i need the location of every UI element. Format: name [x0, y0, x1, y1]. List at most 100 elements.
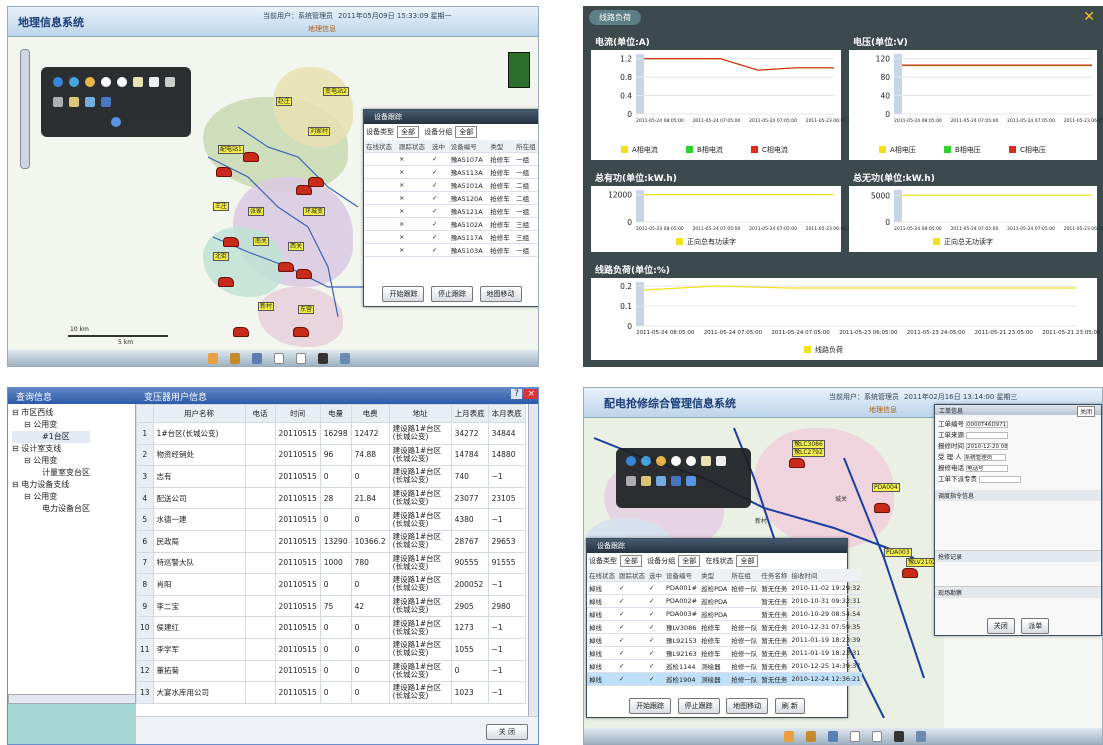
phone-field[interactable]: 电话号	[966, 464, 1009, 472]
stop-tracking-button[interactable]: 停止跟踪	[431, 286, 473, 302]
col-header[interactable]: 类型	[699, 569, 730, 582]
col-header[interactable]: 所在组	[514, 140, 538, 153]
user-row[interactable]: 10 侯建红 20110515 0 0 建设路1#台区(长城公变) 1273 ~1	[136, 616, 526, 639]
document-icon[interactable]	[274, 353, 284, 364]
bookmark-icon[interactable]	[69, 97, 79, 107]
refresh-button[interactable]: 刷 新	[774, 698, 805, 714]
col-header[interactable]: 本月表底	[487, 404, 526, 423]
tree-node[interactable]: #1台区	[12, 431, 90, 443]
overview-map[interactable]	[508, 52, 530, 88]
col-header[interactable]: 上月表底	[450, 404, 489, 423]
save-icon[interactable]	[101, 97, 111, 107]
col-header[interactable]: 电费	[350, 404, 390, 423]
device-row[interactable]: × ✓ 豫A5121A 抢修车 一组	[364, 204, 538, 218]
stop-tracking-button[interactable]: 停止跟踪	[677, 698, 720, 714]
user-row[interactable]: 1 1#台区(长城公变) 20110515 16298 12472 建设路1#台区(长城公…	[136, 422, 526, 445]
device-row[interactable]: × ✓ 豫A5101A 抢修车 二组	[364, 178, 538, 192]
globe-icon[interactable]	[53, 77, 63, 87]
tree-node[interactable]: ⊟ 公用变	[12, 491, 90, 503]
tree-scrollbar[interactable]	[8, 694, 136, 704]
user-row[interactable]: 3 志有 20110515 0 0 建设路1#台区(长城公变) 740 ~1	[136, 465, 526, 488]
vehicle-marker[interactable]	[218, 277, 234, 287]
device-row[interactable]: × ✓ 豫A5102A 抢修车 三组	[364, 217, 538, 231]
col-header[interactable]: 电话	[244, 404, 276, 423]
device-row[interactable]: 掉线 ✓ ✓ 豫L92163 抢修车 抢修一队 暂无任务 2011-01-19 18:23:3…	[587, 646, 863, 660]
measure-icon[interactable]	[165, 77, 175, 87]
order-id-field[interactable]: 0000T46D9711EF1	[966, 420, 1009, 428]
tree-node[interactable]: ⊟ 公用变	[12, 419, 90, 431]
report-icon[interactable]	[252, 353, 262, 364]
col-header[interactable]: 在线状态	[587, 569, 617, 582]
globe-icon[interactable]	[626, 456, 636, 466]
vehicle-marker[interactable]	[902, 568, 918, 578]
user-row[interactable]: 12 董拓菊 20110515 0 0 建设路1#台区(长城公变) 0 ~1	[136, 659, 526, 683]
report-time-field[interactable]: 2010-12-20 08:18:36	[966, 442, 1009, 450]
user-row[interactable]: 9 李二宝 20110515 75 42 建设路1#台区(长城公变) 2905 2980	[136, 594, 526, 618]
device-row[interactable]: 掉线 ✓ ✓ PDA003# 巡检PDA 暂无任务 2010-10-29 08:54:54	[587, 607, 863, 621]
edit-icon[interactable]	[296, 353, 306, 364]
report-icon[interactable]	[828, 731, 838, 742]
help-button[interactable]: ?	[511, 389, 522, 399]
tree-node[interactable]: ⊟ 电力设备支线	[12, 479, 90, 491]
col-header[interactable]: 选中	[647, 569, 664, 582]
select-icon[interactable]	[626, 476, 636, 486]
online-status-select[interactable]: 全部	[736, 555, 759, 567]
device-row[interactable]: 掉线 ✓ ✓ 豫LV3086 抢修车 抢修一队 暂无任务 2010-12-31 07:59:3…	[587, 620, 863, 634]
col-header[interactable]: 跟踪状态	[397, 140, 430, 153]
col-header[interactable]: 类型	[488, 140, 515, 153]
col-header[interactable]: 电量	[319, 404, 352, 423]
map-move-button[interactable]: 地图移动	[726, 698, 769, 714]
map-move-button[interactable]: 地图移动	[479, 286, 522, 302]
dispatch-button[interactable]: 派单	[1021, 618, 1050, 634]
device-row[interactable]: 掉线 ✓ ✓ 巡检1904 测绘器 抢修一队 暂无任务 2010-12-24 12:36:21	[587, 672, 863, 686]
document-icon[interactable]	[850, 731, 860, 742]
user-row[interactable]: 2 物资经销处 20110515 96 74.88 建设路1#台区(长城公变) 14784 1…	[136, 443, 526, 467]
home-icon[interactable]	[208, 353, 218, 364]
vehicle-marker[interactable]	[874, 503, 890, 513]
device-row[interactable]: × ✓ 豫A5107A 抢修车 一组	[364, 152, 538, 166]
col-header[interactable]: 选中	[430, 140, 449, 153]
zoom-out-icon[interactable]	[117, 77, 127, 87]
user-row[interactable]: 6 民政局 20110515 13290 10366.2 建设路1#台区(长城公变) 287…	[136, 529, 526, 553]
col-header[interactable]: 设备编号	[448, 140, 489, 153]
zoom-out-icon[interactable]	[686, 456, 696, 466]
user-row[interactable]: 5 水德一建 20110515 0 0 建设路1#台区(长城公变) 4380 ~1	[136, 508, 526, 531]
device-row[interactable]: × ✓ 豫A5113A 抢修车 一组	[364, 165, 538, 179]
vehicle-marker[interactable]	[789, 458, 805, 468]
start-tracking-button[interactable]: 开始跟踪	[382, 286, 425, 302]
tree-node[interactable]: 计量室变台区	[12, 467, 90, 479]
device-icon[interactable]	[230, 353, 240, 364]
close-dialog-button[interactable]: 关 闭	[485, 724, 528, 740]
device-icon[interactable]	[806, 731, 816, 742]
zoom-in-icon[interactable]	[101, 77, 111, 87]
monitor-icon[interactable]	[686, 476, 696, 486]
home-icon[interactable]	[784, 731, 794, 742]
col-header[interactable]: 设备编号	[664, 569, 700, 582]
edit-icon[interactable]	[872, 731, 882, 742]
phone-icon[interactable]	[894, 731, 904, 742]
close-button[interactable]: ×	[524, 389, 538, 399]
zoom-in-icon[interactable]	[671, 456, 681, 466]
col-header[interactable]: 在线状态	[364, 140, 397, 153]
user-row[interactable]: 4 配送公司 20110515 28 21.84 建设路1#台区(长城公变) 23077 23…	[136, 486, 526, 510]
vehicle-marker[interactable]	[233, 327, 249, 337]
tree-node[interactable]: ⊟ 设计室支线	[12, 443, 90, 455]
user-row[interactable]: 8 肖阳 20110515 0 0 建设路1#台区(长城公变) 200052 ~1	[136, 573, 526, 596]
phone-icon[interactable]	[318, 353, 328, 364]
handler-field[interactable]: 系统管理员	[963, 453, 1006, 461]
vehicle-marker[interactable]	[296, 269, 312, 279]
vehicle-marker[interactable]	[278, 262, 294, 272]
col-header[interactable]: 跟踪状态	[617, 569, 647, 582]
col-header[interactable]: 时间	[274, 404, 321, 423]
device-row[interactable]: × ✓ 豫A5117A 抢修车 三组	[364, 230, 538, 244]
search-icon[interactable]	[111, 117, 121, 127]
device-row[interactable]: × ✓ 豫A5103A 抢修车 一组	[364, 243, 538, 257]
export-icon[interactable]	[656, 476, 666, 486]
pan-icon[interactable]	[69, 77, 79, 87]
exit-icon[interactable]	[340, 353, 350, 364]
device-group-select[interactable]: 全部	[455, 126, 478, 138]
vehicle-marker[interactable]	[293, 327, 309, 337]
layer-icon[interactable]	[133, 77, 143, 87]
tree-node[interactable]: ⊟ 公用变	[12, 455, 90, 467]
device-type-select[interactable]: 全部	[620, 555, 642, 567]
